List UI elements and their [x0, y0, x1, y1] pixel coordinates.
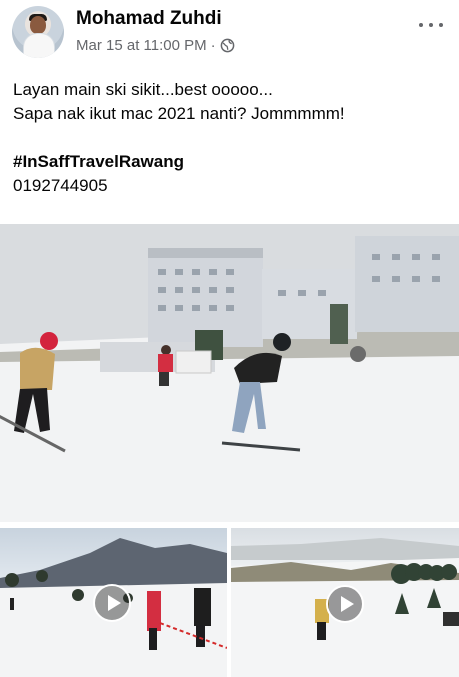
play-icon[interactable]: [93, 584, 131, 622]
post-text-line-1: Layan main ski sikit...best ooooo...: [13, 80, 273, 99]
more-options-icon[interactable]: [419, 16, 443, 34]
post-text-line-2: Sapa nak ikut mac 2021 nanti? Jommmmm!: [13, 104, 345, 123]
post-text: Layan main ski sikit...best ooooo... Sap…: [13, 78, 449, 198]
author-name[interactable]: Mohamad Zuhdi: [76, 8, 222, 30]
ski-video-2[interactable]: [231, 528, 459, 677]
avatar-face: [30, 16, 46, 34]
play-icon[interactable]: [326, 585, 364, 623]
ski-video-1[interactable]: [0, 528, 227, 677]
more-dot: [429, 23, 433, 27]
ski-slope-scene: [0, 224, 459, 522]
hashtag-link[interactable]: #InSaffTravelRawang: [13, 150, 449, 174]
avatar-shirt: [23, 33, 55, 58]
post-meta: Mar 15 at 11:00 PM ·: [76, 37, 235, 54]
more-dot: [439, 23, 443, 27]
meta-separator: ·: [210, 37, 216, 54]
post-timestamp[interactable]: Mar 15 at 11:00 PM: [76, 37, 207, 54]
ski-slope-photo[interactable]: [0, 224, 459, 522]
more-dot: [419, 23, 423, 27]
globe-icon[interactable]: [220, 38, 235, 53]
author-avatar[interactable]: [12, 6, 64, 58]
post-header: Mohamad Zuhdi Mar 15 at 11:00 PM ·: [12, 6, 447, 58]
phone-number: 0192744905: [13, 176, 108, 195]
